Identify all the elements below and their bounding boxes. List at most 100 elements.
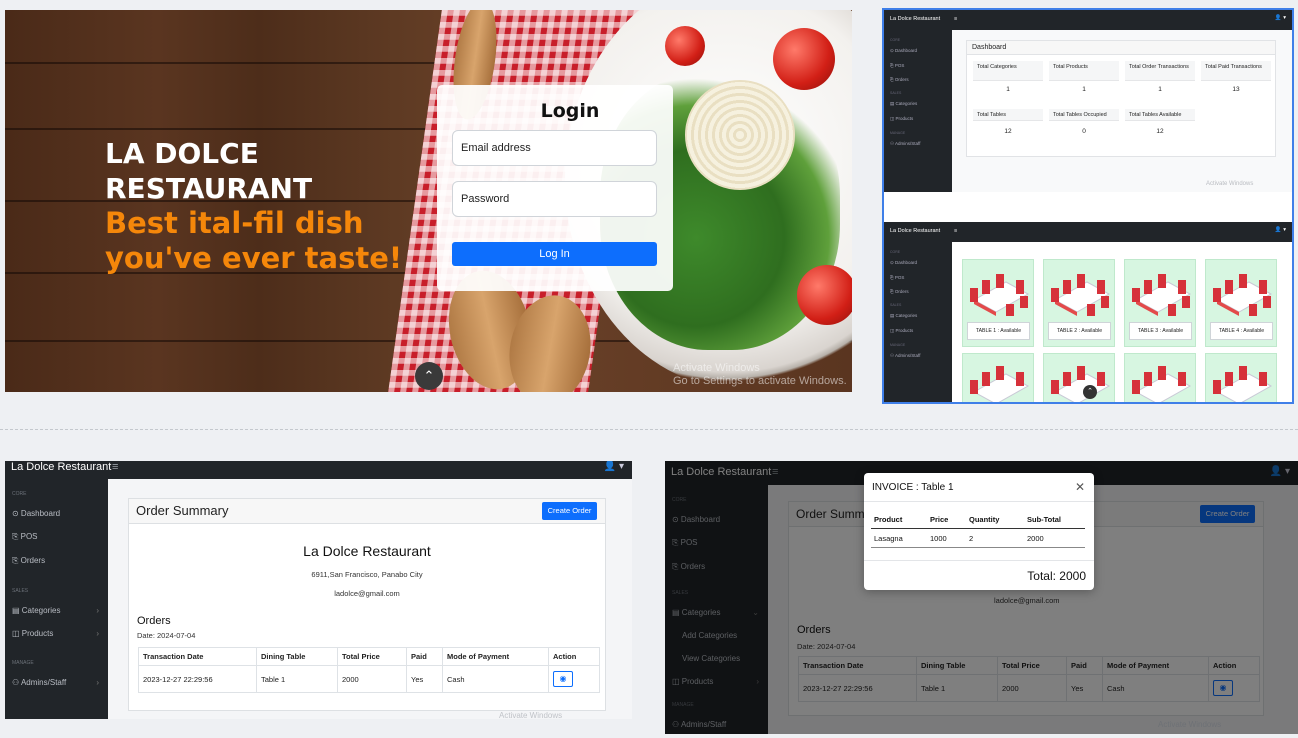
sidebar-heading-core: CORE [890,250,901,254]
invoice-total: Total: 2000 [864,560,1094,591]
sidebar: CORE ⊙ Dashboard ⎘ POS ⎘ Orders SALES ▤ … [5,479,108,719]
column-header: Quantity [966,512,1024,529]
password-field[interactable]: Password [452,181,657,217]
cell-total-price: 2000 [337,665,407,693]
dashboard-screen: La Dolce Restaurant ≡ 👤 ▾ CORE ⊙ Dashboa… [884,10,1292,192]
table-header-row: Transaction Date Dining Table Total Pric… [138,647,600,666]
table-card[interactable]: TABLE 2 : Available [1043,259,1115,347]
app-brand[interactable]: La Dolce Restaurant [890,228,940,234]
table-row: Lasagna 1000 2 2000 [871,528,1085,548]
hamburger-icon[interactable]: ≡ [954,16,957,22]
stat-label: Total Products [1049,61,1119,81]
activate-line-1: Activate Windows [673,362,760,374]
sidebar-item-orders[interactable]: ⎘ Orders [12,556,101,566]
sidebar-heading-core: CORE [12,491,27,497]
stat-value: 0 [1082,128,1086,135]
login-card: Login Email address Password Log In [437,85,673,291]
tagline-line-1: Best ital-fil dish [105,206,364,240]
user-icon[interactable]: 👤 ▾ [1275,227,1286,233]
sidebar-item-label: ▤ Categories [12,606,61,615]
login-button[interactable]: Log In [452,242,657,266]
restaurant-name: La Dolce Restaurant [303,543,431,559]
table-card[interactable]: TABLE 1 : Available [962,259,1034,347]
column-header: Price [927,512,966,529]
sidebar-item-pos[interactable]: ⎘ POS [12,532,101,542]
page-title: Order Summary [136,503,229,518]
sidebar-item-dashboard[interactable]: ⊙ Dashboard [890,48,946,54]
card-header: Order Summary Create Order [129,499,605,524]
view-invoice-eye-icon[interactable]: ◉ [553,671,573,687]
table-card[interactable] [1205,353,1277,402]
sidebar-item-pos[interactable]: ⎘ POS [890,63,946,68]
column-header: Transaction Date [138,647,257,666]
app-brand[interactable]: La Dolce Restaurant [890,16,940,22]
sidebar-item-categories[interactable]: ▤ Categories [890,313,946,319]
invoice-modal-screenshot: La Dolce Restaurant ≡ 👤 ▾ CORE ⊙ Dashboa… [665,461,1298,734]
dining-table-icon [1213,366,1273,402]
user-icon[interactable]: 👤 ▾ [1275,15,1286,21]
hamburger-icon[interactable]: ≡ [112,461,118,473]
stat-card: Total Tables Available 12 [1125,109,1195,147]
user-icon[interactable]: 👤 ▾ [604,461,624,473]
cell-action: ◉ [548,665,600,693]
sidebar-item-products[interactable]: ◫ Products [890,116,946,122]
activate-windows-watermark: Activate Windows [499,711,563,719]
modal-title: INVOICE : Table 1 [872,482,954,493]
sidebar-item-products[interactable]: ◫ Products [890,328,946,334]
stat-label: Total Tables [973,109,1043,121]
table-status-label: TABLE 4 : Available [1210,322,1273,340]
table-card[interactable] [962,353,1034,402]
login-title: Login [540,100,600,122]
sidebar-item-dashboard[interactable]: ⊙ Dashboard [890,260,946,266]
hamburger-icon[interactable]: ≡ [954,228,957,234]
sidebar-heading-sales: SALES [890,91,902,95]
restaurant-address: 6911,San Francisco, Panabo City [311,570,423,579]
table-status-label: TABLE 3 : Available [1129,322,1192,340]
column-header: Product [871,512,927,529]
close-icon[interactable]: ✕ [1075,480,1085,494]
cell-product: Lasagna [871,528,927,548]
tagline-line-2: you've ever taste! [105,241,403,275]
sidebar-item-orders[interactable]: ⎘ Orders [890,289,946,294]
brand-line-2: RESTAURANT [105,172,313,205]
orders-table: Transaction Date Dining Table Total Pric… [138,647,600,693]
sidebar-item-pos[interactable]: ⎘ POS [890,275,946,280]
cell-payment-mode: Cash [442,665,549,693]
email-field[interactable]: Email address [452,130,657,166]
scroll-up-icon[interactable]: ⌃ [415,362,443,390]
sidebar-item-orders[interactable]: ⎘ Orders [890,77,946,82]
sidebar-item-admins[interactable]: ⚇ Admins/Staff [890,141,946,147]
stat-card: Total Products 1 [1049,61,1119,99]
table-card[interactable]: TABLE 4 : Available [1205,259,1277,347]
stat-value: 1 [1082,86,1086,93]
stat-label: Total Tables Occupied [1049,109,1119,121]
table-card[interactable] [1043,353,1115,402]
column-header: Action [548,647,600,666]
sidebar-item-categories[interactable]: ▤ Categories [890,101,946,107]
sidebar-heading-manage: MANAGE [12,660,34,666]
app-brand[interactable]: La Dolce Restaurant [11,461,111,473]
cell-quantity: 2 [966,528,1024,548]
activate-windows-watermark: Activate Windows [1206,181,1254,187]
activate-windows-watermark: Activate Windows Go to Settings to activ… [673,362,847,388]
modal-header: INVOICE : Table 1 ✕ [864,473,1094,502]
order-summary-screenshot: La Dolce Restaurant ≡ 👤 ▾ CORE ⊙ Dashboa… [5,461,632,719]
stat-label: Total Tables Available [1125,109,1195,121]
sidebar-item-categories[interactable]: ▤ Categories › [12,606,101,615]
brand-line-1: LA DOLCE [105,137,259,170]
sidebar-item-dashboard[interactable]: ⊙ Dashboard [12,509,101,518]
dining-table-icon [1213,274,1273,316]
table-header-row: Product Price Quantity Sub-Total [871,512,1085,529]
create-order-button[interactable]: Create Order [542,502,597,520]
sidebar-item-products[interactable]: ◫ Products › [12,629,101,638]
sidebar-item-admins[interactable]: ⚇ Admins/Staff › [12,678,101,687]
dining-table-icon [1132,366,1192,402]
scroll-up-icon[interactable]: ⌃ [1083,385,1097,399]
stat-card: Total Tables 12 [973,109,1043,147]
table-card[interactable]: TABLE 3 : Available [1124,259,1196,347]
sidebar-item-admins[interactable]: ⚇ Admins/Staff [890,353,946,359]
stat-label: Total Categories [973,61,1043,81]
table-card[interactable] [1124,353,1196,402]
sidebar: CORE ⊙ Dashboard ⎘ POS ⎘ Orders SALES ▤ … [884,242,952,402]
chevron-right-icon: › [96,678,99,687]
